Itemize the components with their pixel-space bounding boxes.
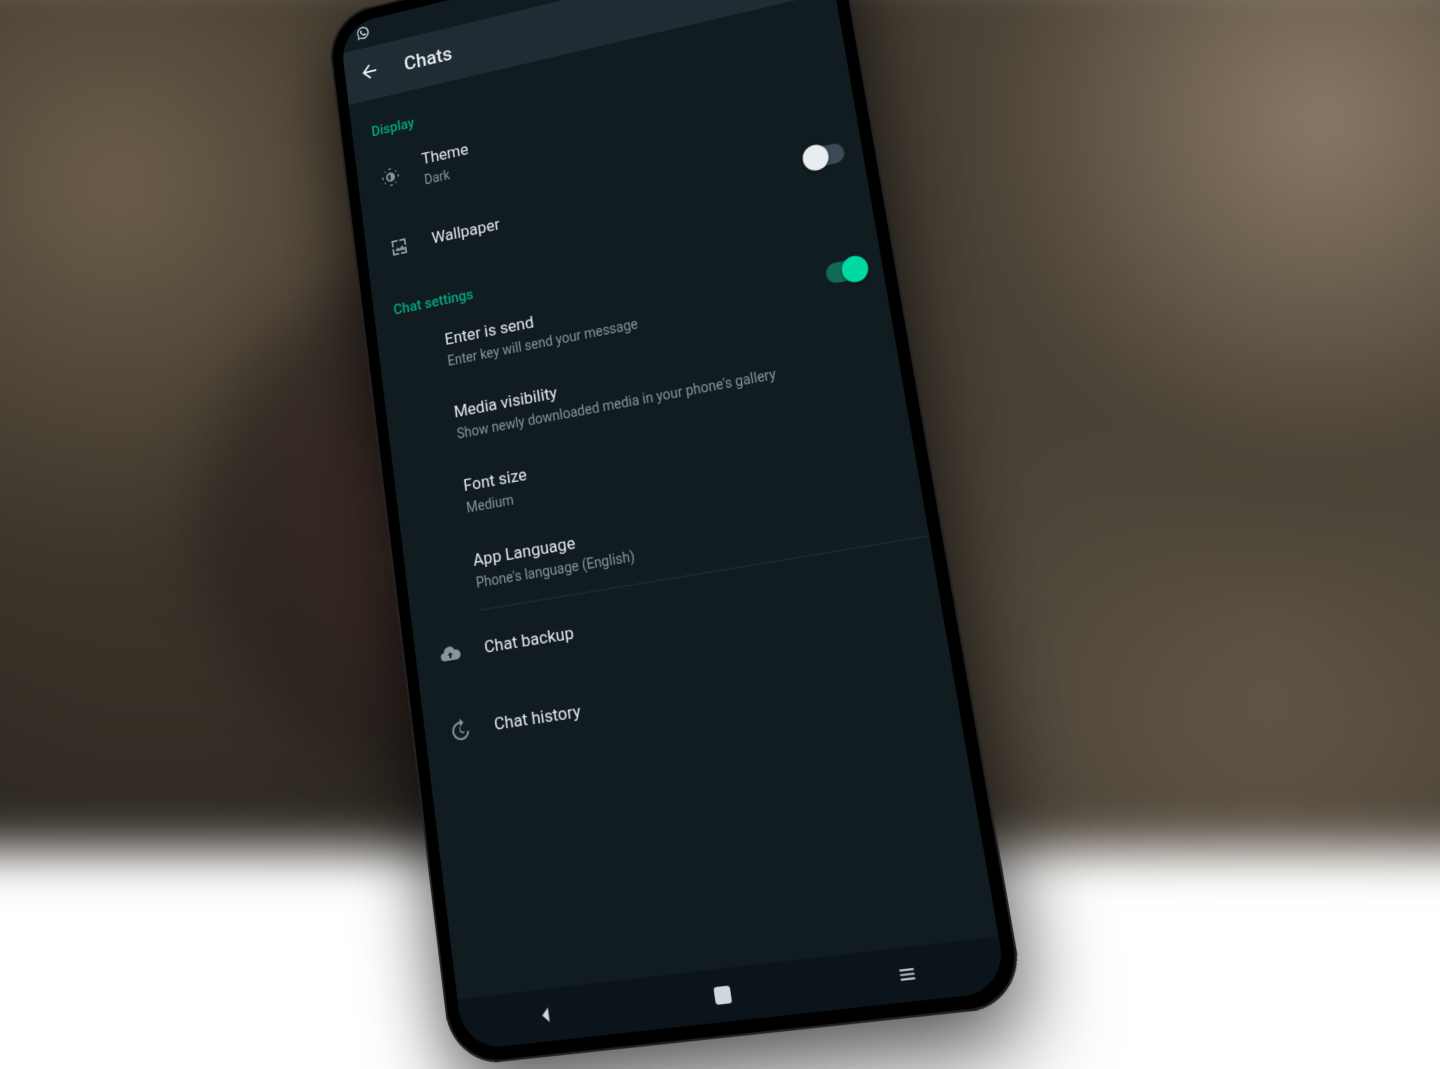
square-icon (713, 985, 732, 1004)
perspective-stage: Chats Display Theme Dark (0, 0, 1440, 810)
phone-screen: Chats Display Theme Dark (339, 0, 1008, 1051)
wallpaper-toggle[interactable] (805, 142, 846, 169)
enter-is-send-toggle[interactable] (824, 257, 865, 284)
nav-recent-button[interactable] (873, 954, 943, 995)
android-nav-bar (457, 936, 1008, 1050)
cloud-upload-icon (435, 640, 466, 669)
arrow-left-icon (358, 58, 382, 88)
brightness-icon (376, 163, 405, 191)
whatsapp-status-icon (355, 24, 371, 45)
phone-frame: Chats Display Theme Dark (326, 0, 1026, 1067)
nav-back-button[interactable] (515, 996, 578, 1035)
settings-content: Display Theme Dark Wallpaper (349, 0, 958, 775)
wallpaper-icon (385, 233, 414, 261)
back-button[interactable] (356, 58, 383, 89)
page-title: Chats (403, 43, 454, 76)
history-icon (444, 717, 475, 746)
nav-home-button[interactable] (690, 975, 756, 1015)
